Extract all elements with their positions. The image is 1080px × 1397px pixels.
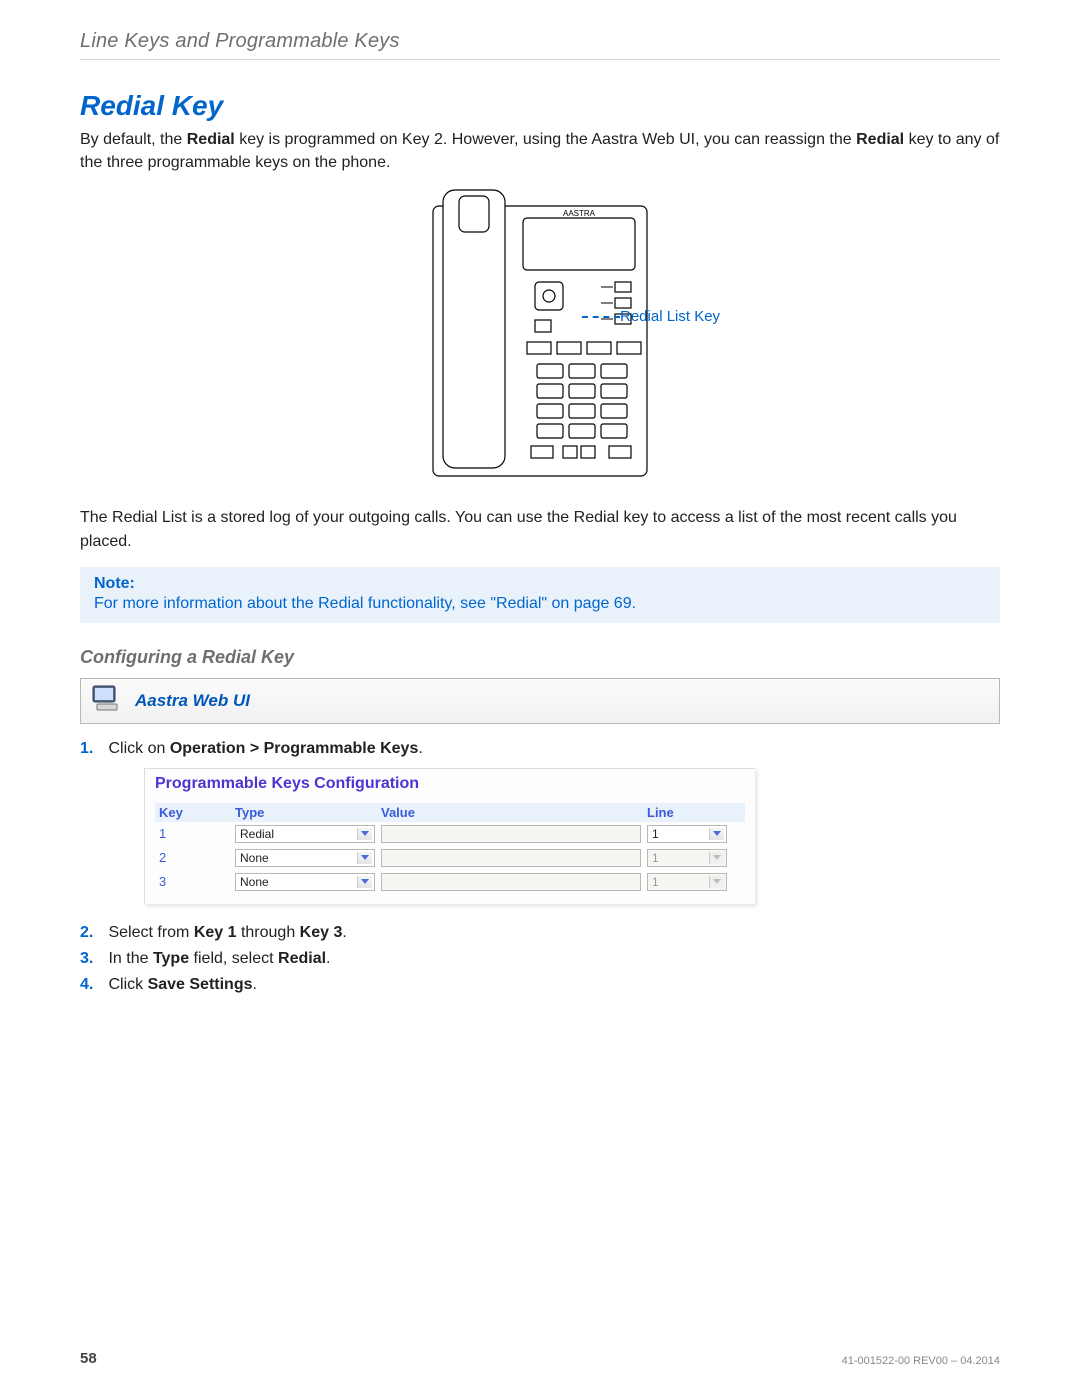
step-number: 4. [80, 976, 104, 994]
type-dropdown[interactable]: None [235, 873, 375, 891]
callout-redial-list-key: Redial List Key [620, 308, 720, 325]
key-cell: 2 [159, 850, 229, 865]
text: Select from [108, 924, 193, 941]
text: For more information about the Redial fu… [94, 595, 490, 612]
bold: Redial [278, 950, 326, 967]
dropdown-value: Redial [240, 827, 274, 841]
phone-diagram: AASTRA [80, 188, 1000, 488]
text: . [342, 924, 346, 941]
bold-redial-2: Redial [856, 131, 904, 148]
col-value: Value [381, 805, 641, 820]
type-dropdown[interactable]: Redial [235, 825, 375, 843]
breadcrumb: Line Keys and Programmable Keys [80, 30, 1000, 60]
col-line: Line [647, 805, 727, 820]
section-title: Redial Key [80, 90, 1000, 122]
bold-redial-1: Redial [187, 131, 235, 148]
line-dropdown[interactable]: 1 [647, 825, 727, 843]
bold: Type [153, 950, 189, 967]
step-3: 3. In the Type field, select Redial. [80, 950, 1000, 968]
line-dropdown: 1 [647, 849, 727, 867]
config-table: Programmable Keys Configuration Key Type… [144, 768, 755, 904]
web-ui-banner: Aastra Web UI [80, 678, 1000, 724]
note-box: Note: For more information about the Red… [80, 567, 1000, 623]
dropdown-value: 1 [652, 851, 659, 865]
step-1: 1. Click on Operation > Programmable Key… [80, 740, 1000, 904]
value-input [381, 873, 641, 891]
config-header: Key Type Value Line [155, 803, 745, 822]
text: field, select [189, 950, 278, 967]
text: By default, the [80, 131, 187, 148]
banner-label: Aastra Web UI [135, 691, 250, 711]
step-number: 1. [80, 740, 104, 758]
key-cell: 1 [159, 826, 229, 841]
step-2: 2. Select from Key 1 through Key 3. [80, 924, 1000, 942]
intro-paragraph: By default, the Redial key is programmed… [80, 128, 1000, 174]
link-page-69[interactable]: page 69 [574, 595, 632, 612]
chevron-down-icon [361, 879, 369, 884]
config-row-1: 1 Redial 1 [155, 822, 745, 846]
type-dropdown[interactable]: None [235, 849, 375, 867]
bold: Key 3 [300, 924, 343, 941]
col-key: Key [159, 805, 229, 820]
text: . [418, 740, 422, 757]
brand-label: AASTRA [563, 209, 596, 218]
key-cell: 3 [159, 874, 229, 889]
text: . [632, 595, 636, 612]
dropdown-value: None [240, 851, 269, 865]
chevron-down-icon [361, 831, 369, 836]
value-input [381, 849, 641, 867]
doc-revision: 41-001522-00 REV00 – 04.2014 [842, 1355, 1000, 1367]
bold: Key 1 [194, 924, 237, 941]
col-type: Type [235, 805, 375, 820]
dropdown-value: 1 [652, 827, 659, 841]
config-row-2: 2 None 1 [155, 846, 745, 870]
page-number: 58 [80, 1350, 97, 1367]
config-title: Programmable Keys Configuration [155, 775, 745, 793]
phone-svg: AASTRA [415, 188, 665, 488]
text: Click [108, 976, 147, 993]
text: . [253, 976, 257, 993]
bold: Operation > Programmable Keys [170, 740, 419, 757]
note-label: Note: [94, 575, 986, 593]
chevron-down-icon [361, 855, 369, 860]
steps-list: 1. Click on Operation > Programmable Key… [80, 740, 1000, 994]
config-row-3: 3 None 1 [155, 870, 745, 894]
callout-line [582, 316, 620, 318]
chevron-down-icon [713, 831, 721, 836]
note-body: For more information about the Redial fu… [94, 595, 986, 613]
step-4: 4. Click Save Settings. [80, 976, 1000, 994]
bold: Save Settings [148, 976, 253, 993]
link-redial[interactable]: "Redial" [490, 595, 547, 612]
text: In the [108, 950, 152, 967]
line-dropdown: 1 [647, 873, 727, 891]
dropdown-value: 1 [652, 875, 659, 889]
text: Click on [108, 740, 169, 757]
explain-paragraph: The Redial List is a stored log of your … [80, 506, 1000, 552]
computer-icon [91, 684, 121, 717]
text: key is programmed on Key 2. However, usi… [235, 131, 856, 148]
sub-title: Configuring a Redial Key [80, 647, 1000, 668]
text: through [237, 924, 300, 941]
step-number: 2. [80, 924, 104, 942]
text: . [326, 950, 330, 967]
dropdown-value: None [240, 875, 269, 889]
step-number: 3. [80, 950, 104, 968]
text: on [547, 595, 574, 612]
chevron-down-icon [713, 855, 721, 860]
value-input[interactable] [381, 825, 641, 843]
chevron-down-icon [713, 879, 721, 884]
